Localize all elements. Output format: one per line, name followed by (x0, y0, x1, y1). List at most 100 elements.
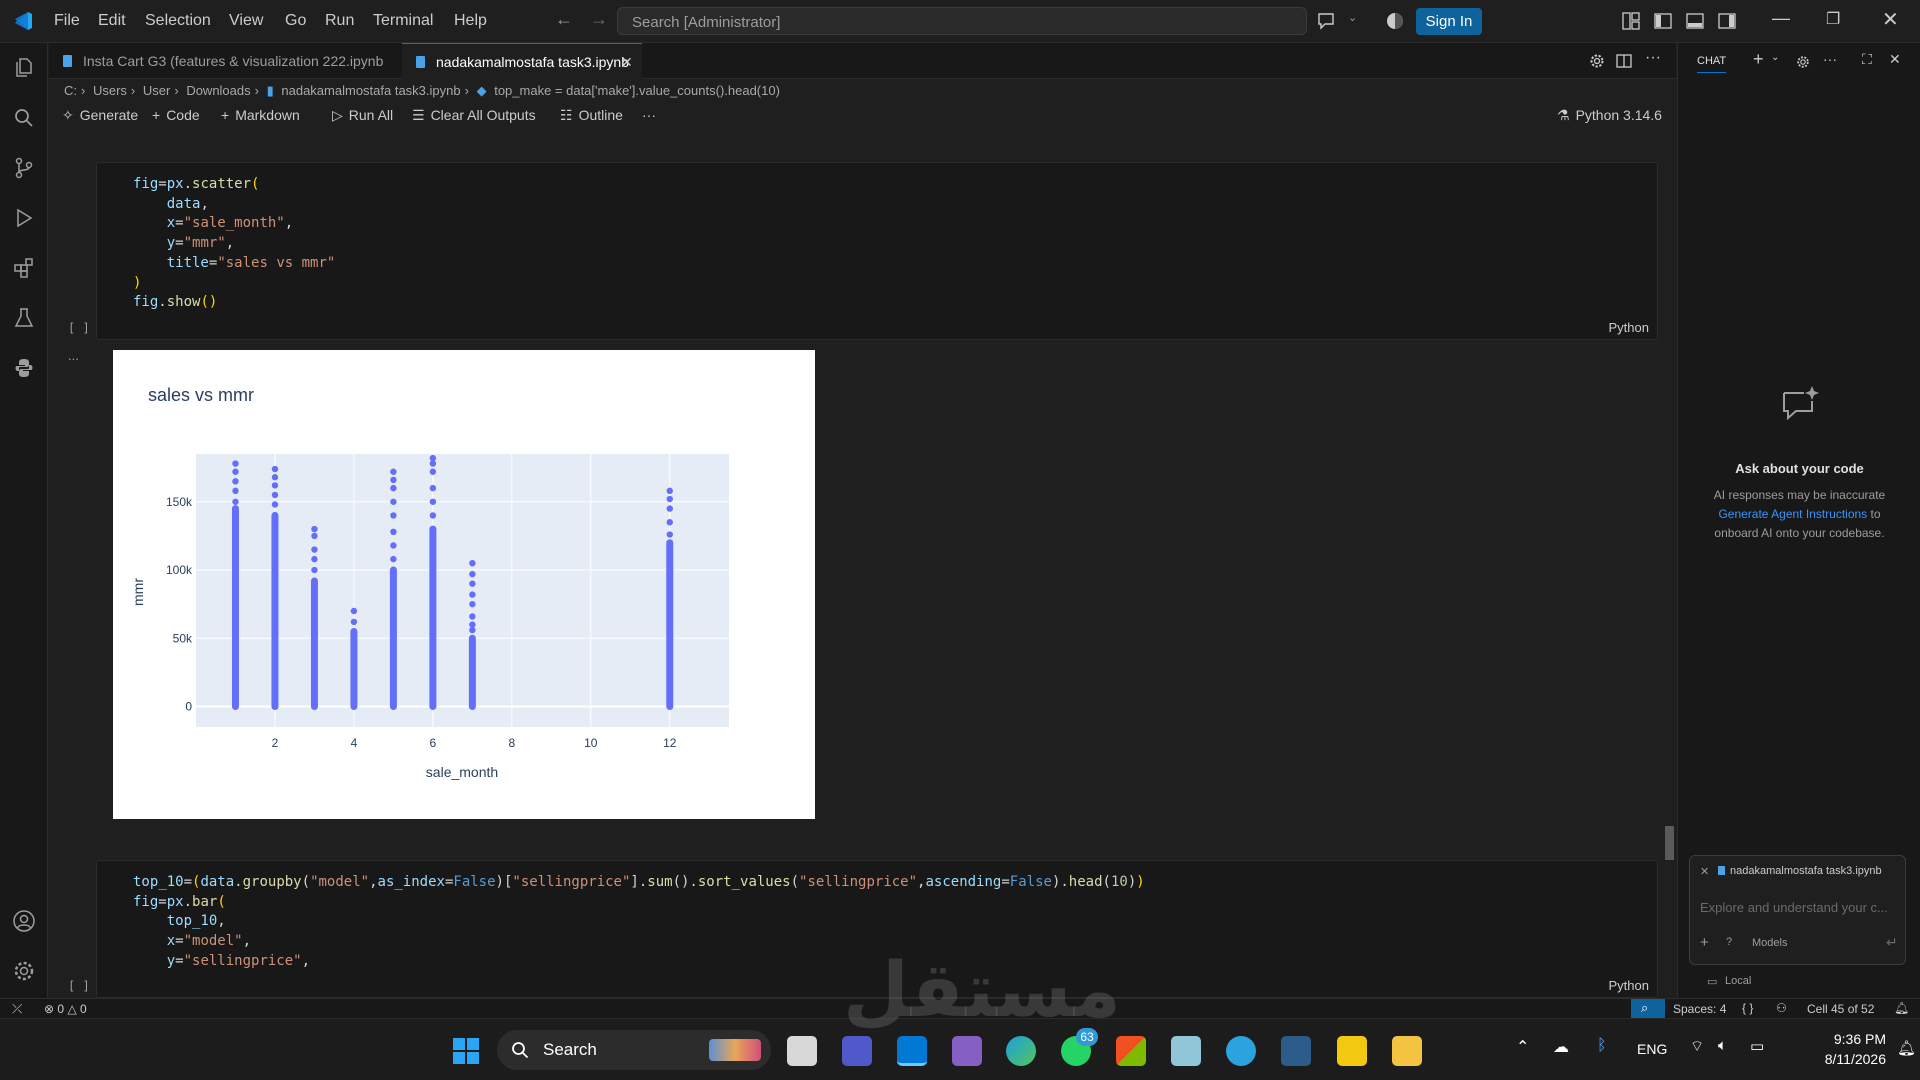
code-cell[interactable]: fig=px.scatter( data, x="sale_month", y=… (96, 162, 1658, 340)
breadcrumb-item[interactable]: C: (64, 83, 77, 98)
accounts-shield-icon[interactable] (1386, 12, 1404, 30)
sign-in-button[interactable]: Sign In (1416, 8, 1482, 35)
toolbar-more-icon[interactable]: ··· (642, 107, 656, 123)
problems-indicator[interactable]: ⊗ 0 △ 0 (44, 1002, 87, 1016)
restore-icon[interactable]: ❐ (1826, 9, 1840, 29)
cell-position[interactable]: Cell 45 of 52 (1807, 1002, 1874, 1016)
chat-more-icon[interactable]: ··· (1823, 51, 1837, 67)
generate-agent-instructions-link[interactable]: Generate Agent Instructions (1718, 507, 1867, 521)
breadcrumb-item[interactable]: nadakamalmostafa task3.ipynb (281, 83, 460, 98)
sql-server-icon[interactable] (1281, 1036, 1311, 1066)
bluetooth-icon[interactable]: ᛒ (1597, 1037, 1607, 1055)
cell-language-label[interactable]: Python (1609, 320, 1649, 335)
python-icon[interactable] (12, 356, 36, 380)
menu-file[interactable]: File (54, 12, 80, 30)
split-editor-icon[interactable] (1616, 53, 1632, 69)
menu-edit[interactable]: Edit (98, 12, 126, 30)
command-search-input[interactable]: Search [Administrator] (617, 7, 1307, 35)
breadcrumb-item[interactable]: Users (93, 83, 127, 98)
breadcrumb-item[interactable]: Downloads (186, 83, 250, 98)
maximize-icon[interactable]: ⛶ (1862, 51, 1872, 68)
close-window-icon[interactable]: ✕ (1882, 7, 1899, 32)
tab-nadakamalmostafa[interactable]: nadakamalmostafa task3.ipynb ✕ (402, 43, 642, 79)
menu-help[interactable]: Help (454, 12, 487, 30)
generate-button[interactable]: ✧ Generate (62, 107, 138, 124)
chat-input-placeholder[interactable]: Explore and understand your c... (1700, 900, 1888, 915)
source-control-icon[interactable] (12, 156, 36, 180)
add-code-cell-button[interactable]: + Code (152, 107, 200, 123)
teams-icon[interactable] (842, 1036, 872, 1066)
new-chat-plus-icon[interactable]: + (1753, 49, 1764, 70)
edge-browser-icon[interactable] (1006, 1036, 1036, 1066)
notifications-bell-icon[interactable]: 🔔︎ (1894, 1001, 1909, 1015)
file-explorer-icon[interactable] (1392, 1036, 1422, 1066)
explorer-icon[interactable] (12, 56, 36, 80)
toggle-panel-icon[interactable] (1686, 12, 1704, 30)
chat-location-label[interactable]: Local (1725, 975, 1751, 987)
back-arrow-icon[interactable]: ← (555, 9, 573, 30)
toggle-primary-sidebar-icon[interactable] (1654, 12, 1672, 30)
minimize-icon[interactable]: — (1772, 8, 1790, 29)
chevron-down-icon[interactable]: ⌄ (1348, 11, 1357, 24)
editor-scrollbar-thumb[interactable] (1665, 826, 1674, 860)
windows-start-icon[interactable] (452, 1037, 480, 1065)
search-icon[interactable] (12, 106, 36, 130)
customize-layout-icon[interactable] (1622, 12, 1640, 30)
zoom-indicator[interactable]: ⌕ (1631, 999, 1665, 1018)
remote-icon[interactable]: ⤫ (12, 1001, 22, 1017)
chevron-down-icon[interactable]: ⌄ (1771, 52, 1779, 63)
context-file-chip[interactable]: nadakamalmostafa task3.ipynb (1730, 865, 1882, 877)
more-actions-icon[interactable]: ··· (1645, 49, 1661, 67)
remove-context-icon[interactable]: ✕ (1700, 865, 1709, 878)
menu-go[interactable]: Go (285, 12, 306, 30)
menu-selection[interactable]: Selection (145, 12, 211, 30)
indentation-setting[interactable]: Spaces: 4 (1673, 1002, 1726, 1016)
cell-source[interactable]: fig=px.scatter( data, x="sale_month", y=… (133, 175, 335, 313)
show-hidden-icons-chevron-icon[interactable]: ⌃ (1516, 1037, 1529, 1057)
output-more-icon[interactable]: ... (68, 348, 79, 363)
forward-arrow-icon[interactable]: → (590, 9, 608, 30)
run-debug-icon[interactable] (12, 206, 36, 230)
chat-input-box[interactable]: ✕ nadakamalmostafa task3.ipynb Explore a… (1689, 855, 1906, 965)
power-bi-icon[interactable] (1337, 1036, 1367, 1066)
help-icon[interactable]: ? (1726, 936, 1732, 948)
chat-header[interactable]: CHAT (1697, 55, 1727, 73)
close-tab-icon[interactable]: ✕ (621, 44, 633, 80)
add-context-plus-icon[interactable]: + (1700, 934, 1709, 951)
execution-count[interactable]: [ ] (68, 321, 90, 335)
telegram-icon[interactable] (1226, 1036, 1256, 1066)
copilot-icon[interactable]: ⚇ (1776, 1001, 1787, 1015)
testing-flask-icon[interactable] (12, 306, 36, 330)
volume-icon[interactable]: 🔈︎ (1718, 1037, 1727, 1054)
cell-language-label[interactable]: Python (1609, 978, 1649, 993)
input-language[interactable]: ENG (1637, 1041, 1667, 1057)
wifi-icon[interactable]: ⌔ (1690, 1037, 1704, 1056)
menu-view[interactable]: View (229, 12, 263, 30)
outline-button[interactable]: ☷ Outline (560, 107, 623, 124)
breadcrumb-item[interactable]: top_make = data['make'].value_counts().h… (494, 83, 780, 98)
run-all-button[interactable]: ▷ Run All (332, 107, 393, 124)
clear-all-outputs-button[interactable]: ☰ Clear All Outputs (412, 107, 536, 124)
app-icon[interactable] (1171, 1036, 1201, 1066)
toggle-secondary-sidebar-icon[interactable] (1718, 12, 1736, 30)
breadcrumb-item[interactable]: User (143, 83, 170, 98)
settings-gear-icon[interactable] (12, 959, 36, 983)
close-panel-icon[interactable]: ✕ (1889, 51, 1901, 68)
onedrive-cloud-icon[interactable]: ☁ (1553, 1037, 1569, 1057)
menu-run[interactable]: Run (325, 12, 354, 30)
copilot-chat-icon[interactable] (1317, 12, 1337, 30)
menu-terminal[interactable]: Terminal (373, 12, 433, 30)
microsoft-store-icon[interactable] (1116, 1036, 1146, 1066)
battery-icon[interactable]: ▭ (1750, 1037, 1764, 1055)
visual-studio-icon[interactable] (952, 1036, 982, 1066)
add-markdown-cell-button[interactable]: + Markdown (221, 107, 300, 123)
taskbar-search-box[interactable]: Search (497, 1030, 771, 1070)
model-picker[interactable]: Models (1752, 937, 1787, 949)
vscode-taskbar-icon[interactable] (897, 1036, 927, 1066)
language-braces-icon[interactable]: { } (1742, 1001, 1753, 1015)
notification-bell-icon[interactable]: 🔔︎ (1897, 1039, 1916, 1057)
kernel-picker[interactable]: ⚗ Python 3.14.6 (1557, 107, 1662, 124)
task-view-icon[interactable] (787, 1036, 817, 1066)
execution-count[interactable]: [ ] (68, 979, 90, 993)
clock-date[interactable]: 8/11/2026 (1796, 1051, 1886, 1067)
